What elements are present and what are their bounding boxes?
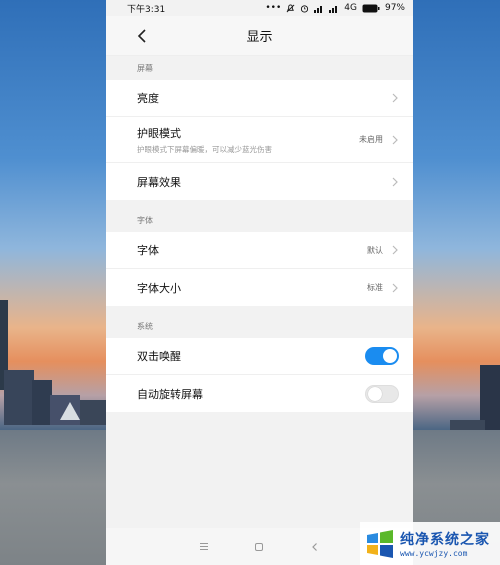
setting-row-brightness[interactable]: 亮度 (106, 80, 413, 117)
signal-icon (314, 5, 323, 13)
status-indicators: ••• 4G 97% (265, 3, 405, 13)
chevron-right-icon (392, 177, 398, 186)
alarm-icon (301, 4, 309, 13)
settings-group-screen: 亮度 护眼模式 护眼模式下屏幕偏暖，可以减少蓝光伤害 未启用 屏幕效果 (106, 80, 413, 200)
menu-icon (199, 543, 208, 550)
setting-label: 自动旋转屏幕 (137, 387, 203, 401)
battery-percent: 97% (384, 3, 405, 13)
network-type: 4G (344, 3, 357, 13)
windows-logo-icon (367, 529, 393, 558)
toggle-knob (368, 386, 382, 401)
home-square-icon (255, 542, 264, 551)
city-skyline-right (410, 365, 500, 440)
section-label-screen: 屏幕 (137, 63, 153, 73)
setting-label: 字体大小 (137, 281, 181, 295)
double-tap-wake-toggle[interactable] (365, 347, 399, 365)
page-title: 显示 (246, 30, 273, 45)
home-button[interactable] (252, 540, 266, 554)
phone-screen: 下午3:31 ••• 4G 97% 显示 屏幕 亮度 护眼模式 护眼模式下屏幕偏… (106, 0, 413, 565)
setting-value: 标准 (367, 283, 383, 292)
back-button[interactable] (308, 540, 322, 554)
setting-label: 亮度 (137, 92, 159, 105)
battery-icon (362, 4, 380, 12)
setting-description: 护眼模式下屏幕偏暖，可以减少蓝光伤害 (137, 144, 272, 154)
toggle-knob (383, 349, 397, 363)
setting-label: 双击唤醒 (137, 350, 181, 363)
setting-row-double-tap-wake: 双击唤醒 (106, 338, 413, 375)
setting-row-auto-rotate: 自动旋转屏幕 (106, 375, 413, 412)
setting-row-font-size[interactable]: 字体大小 标准 (106, 269, 413, 306)
back-triangle-icon (312, 542, 318, 551)
setting-row-screen-effect[interactable]: 屏幕效果 (106, 163, 413, 200)
section-label-system: 系统 (137, 321, 153, 331)
status-time: 下午3:31 (127, 4, 166, 15)
chevron-right-icon (392, 135, 398, 144)
chevron-right-icon (392, 93, 398, 103)
setting-value: 未启用 (359, 135, 383, 144)
setting-row-font[interactable]: 字体 默认 (106, 232, 413, 269)
settings-group-system: 双击唤醒 自动旋转屏幕 (106, 338, 413, 412)
section-label-font: 字体 (137, 215, 153, 225)
chevron-right-icon (392, 283, 398, 292)
settings-group-font: 字体 默认 字体大小 标准 (106, 232, 413, 306)
signal-icon-2 (329, 5, 338, 13)
setting-label: 屏幕效果 (137, 175, 181, 189)
chevron-right-icon (392, 245, 398, 255)
setting-label: 字体 (137, 244, 159, 257)
setting-value: 默认 (367, 245, 383, 255)
setting-row-eye-protection[interactable]: 护眼模式 护眼模式下屏幕偏暖，可以减少蓝光伤害 未启用 (106, 117, 413, 163)
more-dots-icon: ••• (265, 3, 282, 13)
auto-rotate-toggle[interactable] (365, 384, 399, 403)
menu-button[interactable] (197, 540, 211, 554)
setting-label: 护眼模式 (137, 126, 181, 140)
status-bar: 下午3:31 ••• 4G 97% (106, 0, 413, 16)
back-arrow-icon[interactable] (134, 26, 152, 46)
site-watermark: 纯净系统之家 www.ycwjzy.com (360, 522, 500, 565)
watermark-url: www.ycwjzy.com (400, 549, 468, 558)
bell-muted-icon (286, 3, 295, 12)
city-skyline-left (0, 300, 106, 425)
watermark-title: 纯净系统之家 (400, 532, 490, 548)
title-bar: 显示 (106, 16, 413, 56)
